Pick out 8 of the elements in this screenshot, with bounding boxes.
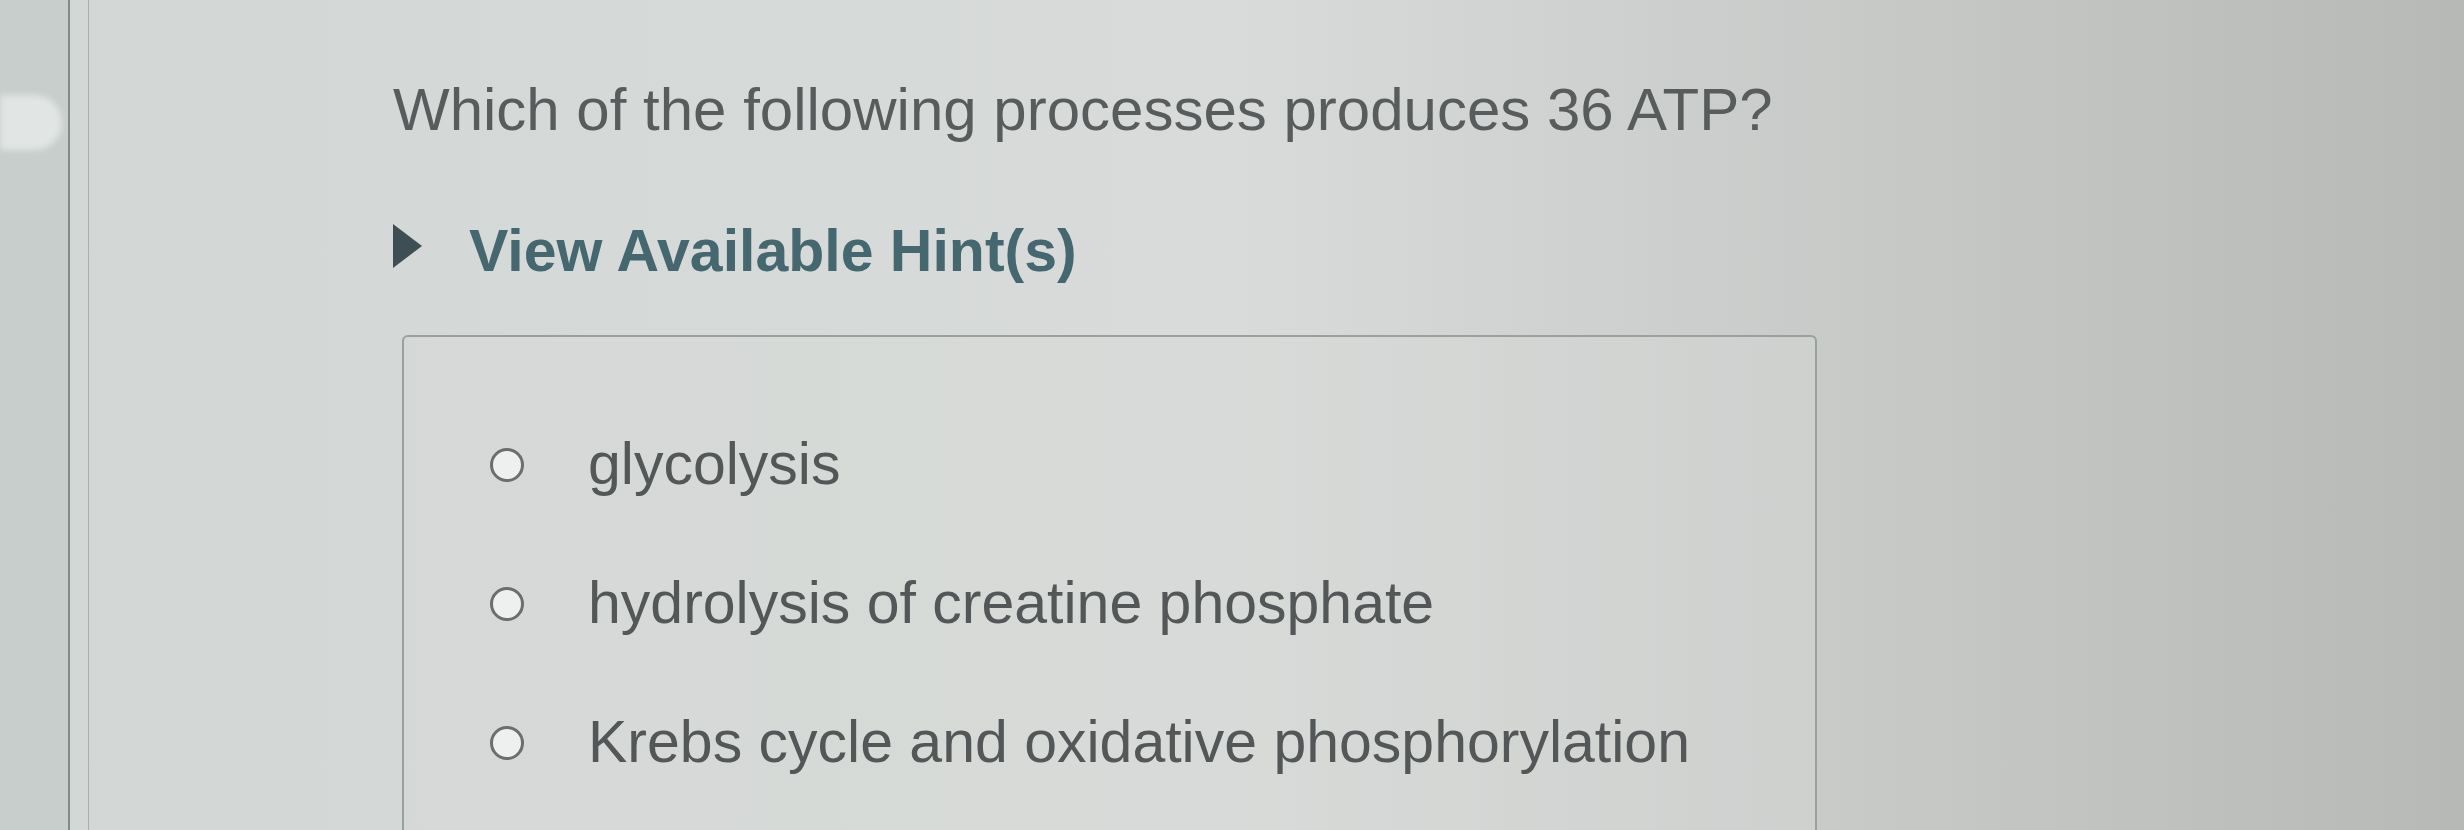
hint-toggle[interactable]: View Available Hint(s) <box>393 222 1077 281</box>
answer-option[interactable]: Krebs cycle and oxidative phosphorylation <box>490 673 1690 812</box>
radio-button[interactable] <box>490 447 524 482</box>
radio-button[interactable] <box>490 725 524 760</box>
radio-button[interactable] <box>490 586 524 621</box>
answer-option[interactable]: glycolysis <box>490 395 841 534</box>
answer-option[interactable]: hydrolysis of creatine phosphate <box>490 534 1435 673</box>
question-text: Which of the following processes produces 36 ATP? <box>393 80 1774 140</box>
